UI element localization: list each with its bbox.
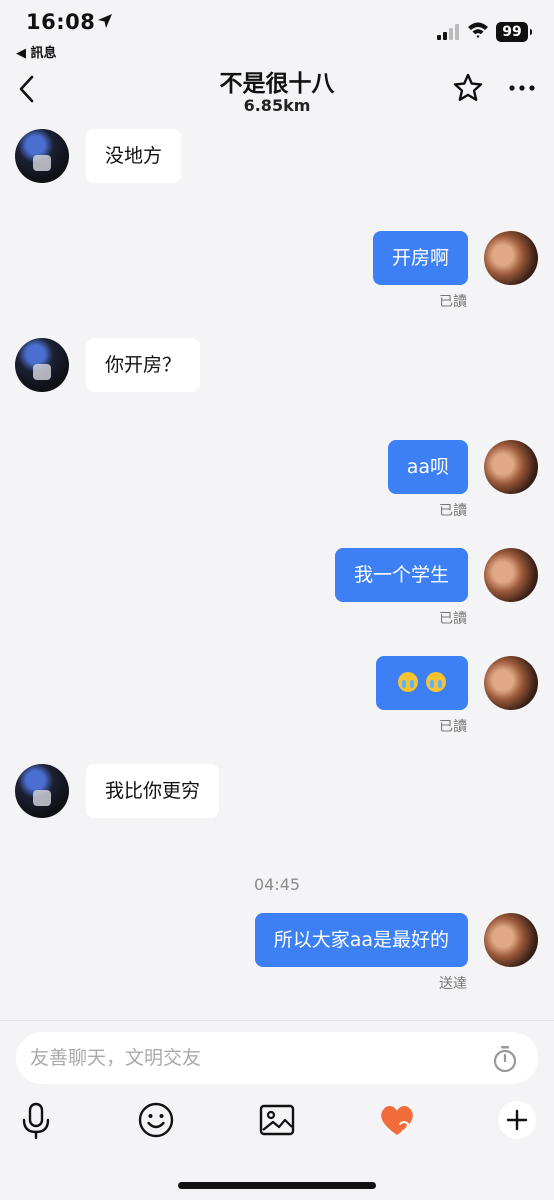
- message-bubble[interactable]: 我一个学生: [334, 548, 468, 602]
- read-status: 已讀: [439, 294, 467, 310]
- peer-avatar[interactable]: [15, 338, 69, 392]
- heart-icon[interactable]: [377, 1100, 417, 1140]
- battery-indicator: 99: [496, 22, 532, 42]
- location-arrow-icon: [98, 14, 112, 28]
- wifi-icon: [468, 22, 488, 38]
- delivery-status: 送達: [439, 976, 467, 992]
- composer-divider: [0, 1020, 554, 1021]
- back-to-app-link[interactable]: ◀ 訊息: [16, 42, 57, 61]
- message-bubble[interactable]: aa呗: [387, 440, 468, 494]
- plus-icon[interactable]: [497, 1100, 537, 1140]
- chat-timestamp: 04:45: [253, 875, 301, 894]
- cellular-signal-icon: [437, 24, 459, 40]
- more-options-icon[interactable]: [508, 80, 536, 96]
- message-bubble[interactable]: 我比你更穷: [86, 764, 220, 818]
- my-avatar[interactable]: [484, 548, 538, 602]
- peer-avatar[interactable]: [15, 129, 69, 183]
- my-avatar[interactable]: [484, 440, 538, 494]
- my-avatar[interactable]: [484, 913, 538, 967]
- message-input-container[interactable]: [16, 1032, 538, 1084]
- message-bubble[interactable]: 没地方: [86, 129, 182, 183]
- message-bubble[interactable]: 开房啊: [372, 231, 468, 285]
- crying-face-emoji-icon: [398, 671, 418, 692]
- message-input[interactable]: [30, 1032, 470, 1084]
- read-status: 已讀: [439, 611, 467, 627]
- microphone-icon[interactable]: [16, 1100, 56, 1140]
- message-bubble[interactable]: 你开房？: [86, 338, 201, 392]
- my-avatar[interactable]: [484, 231, 538, 285]
- crying-face-emoji-icon: [426, 671, 446, 692]
- star-icon[interactable]: [452, 72, 484, 104]
- my-avatar[interactable]: [484, 656, 538, 710]
- status-bar: 16:08 ◀ 訊息 99: [0, 0, 554, 66]
- status-time: 16:08: [26, 10, 96, 34]
- message-bubble[interactable]: 所以大家aa是最好的: [254, 913, 468, 967]
- read-status: 已讀: [439, 503, 467, 519]
- read-status: 已讀: [439, 719, 467, 735]
- home-indicator[interactable]: [178, 1182, 376, 1189]
- image-icon[interactable]: [257, 1100, 297, 1140]
- emoji-message-bubble[interactable]: [376, 656, 468, 710]
- smile-icon[interactable]: [136, 1100, 176, 1140]
- timer-icon[interactable]: [492, 1045, 518, 1073]
- peer-avatar[interactable]: [15, 764, 69, 818]
